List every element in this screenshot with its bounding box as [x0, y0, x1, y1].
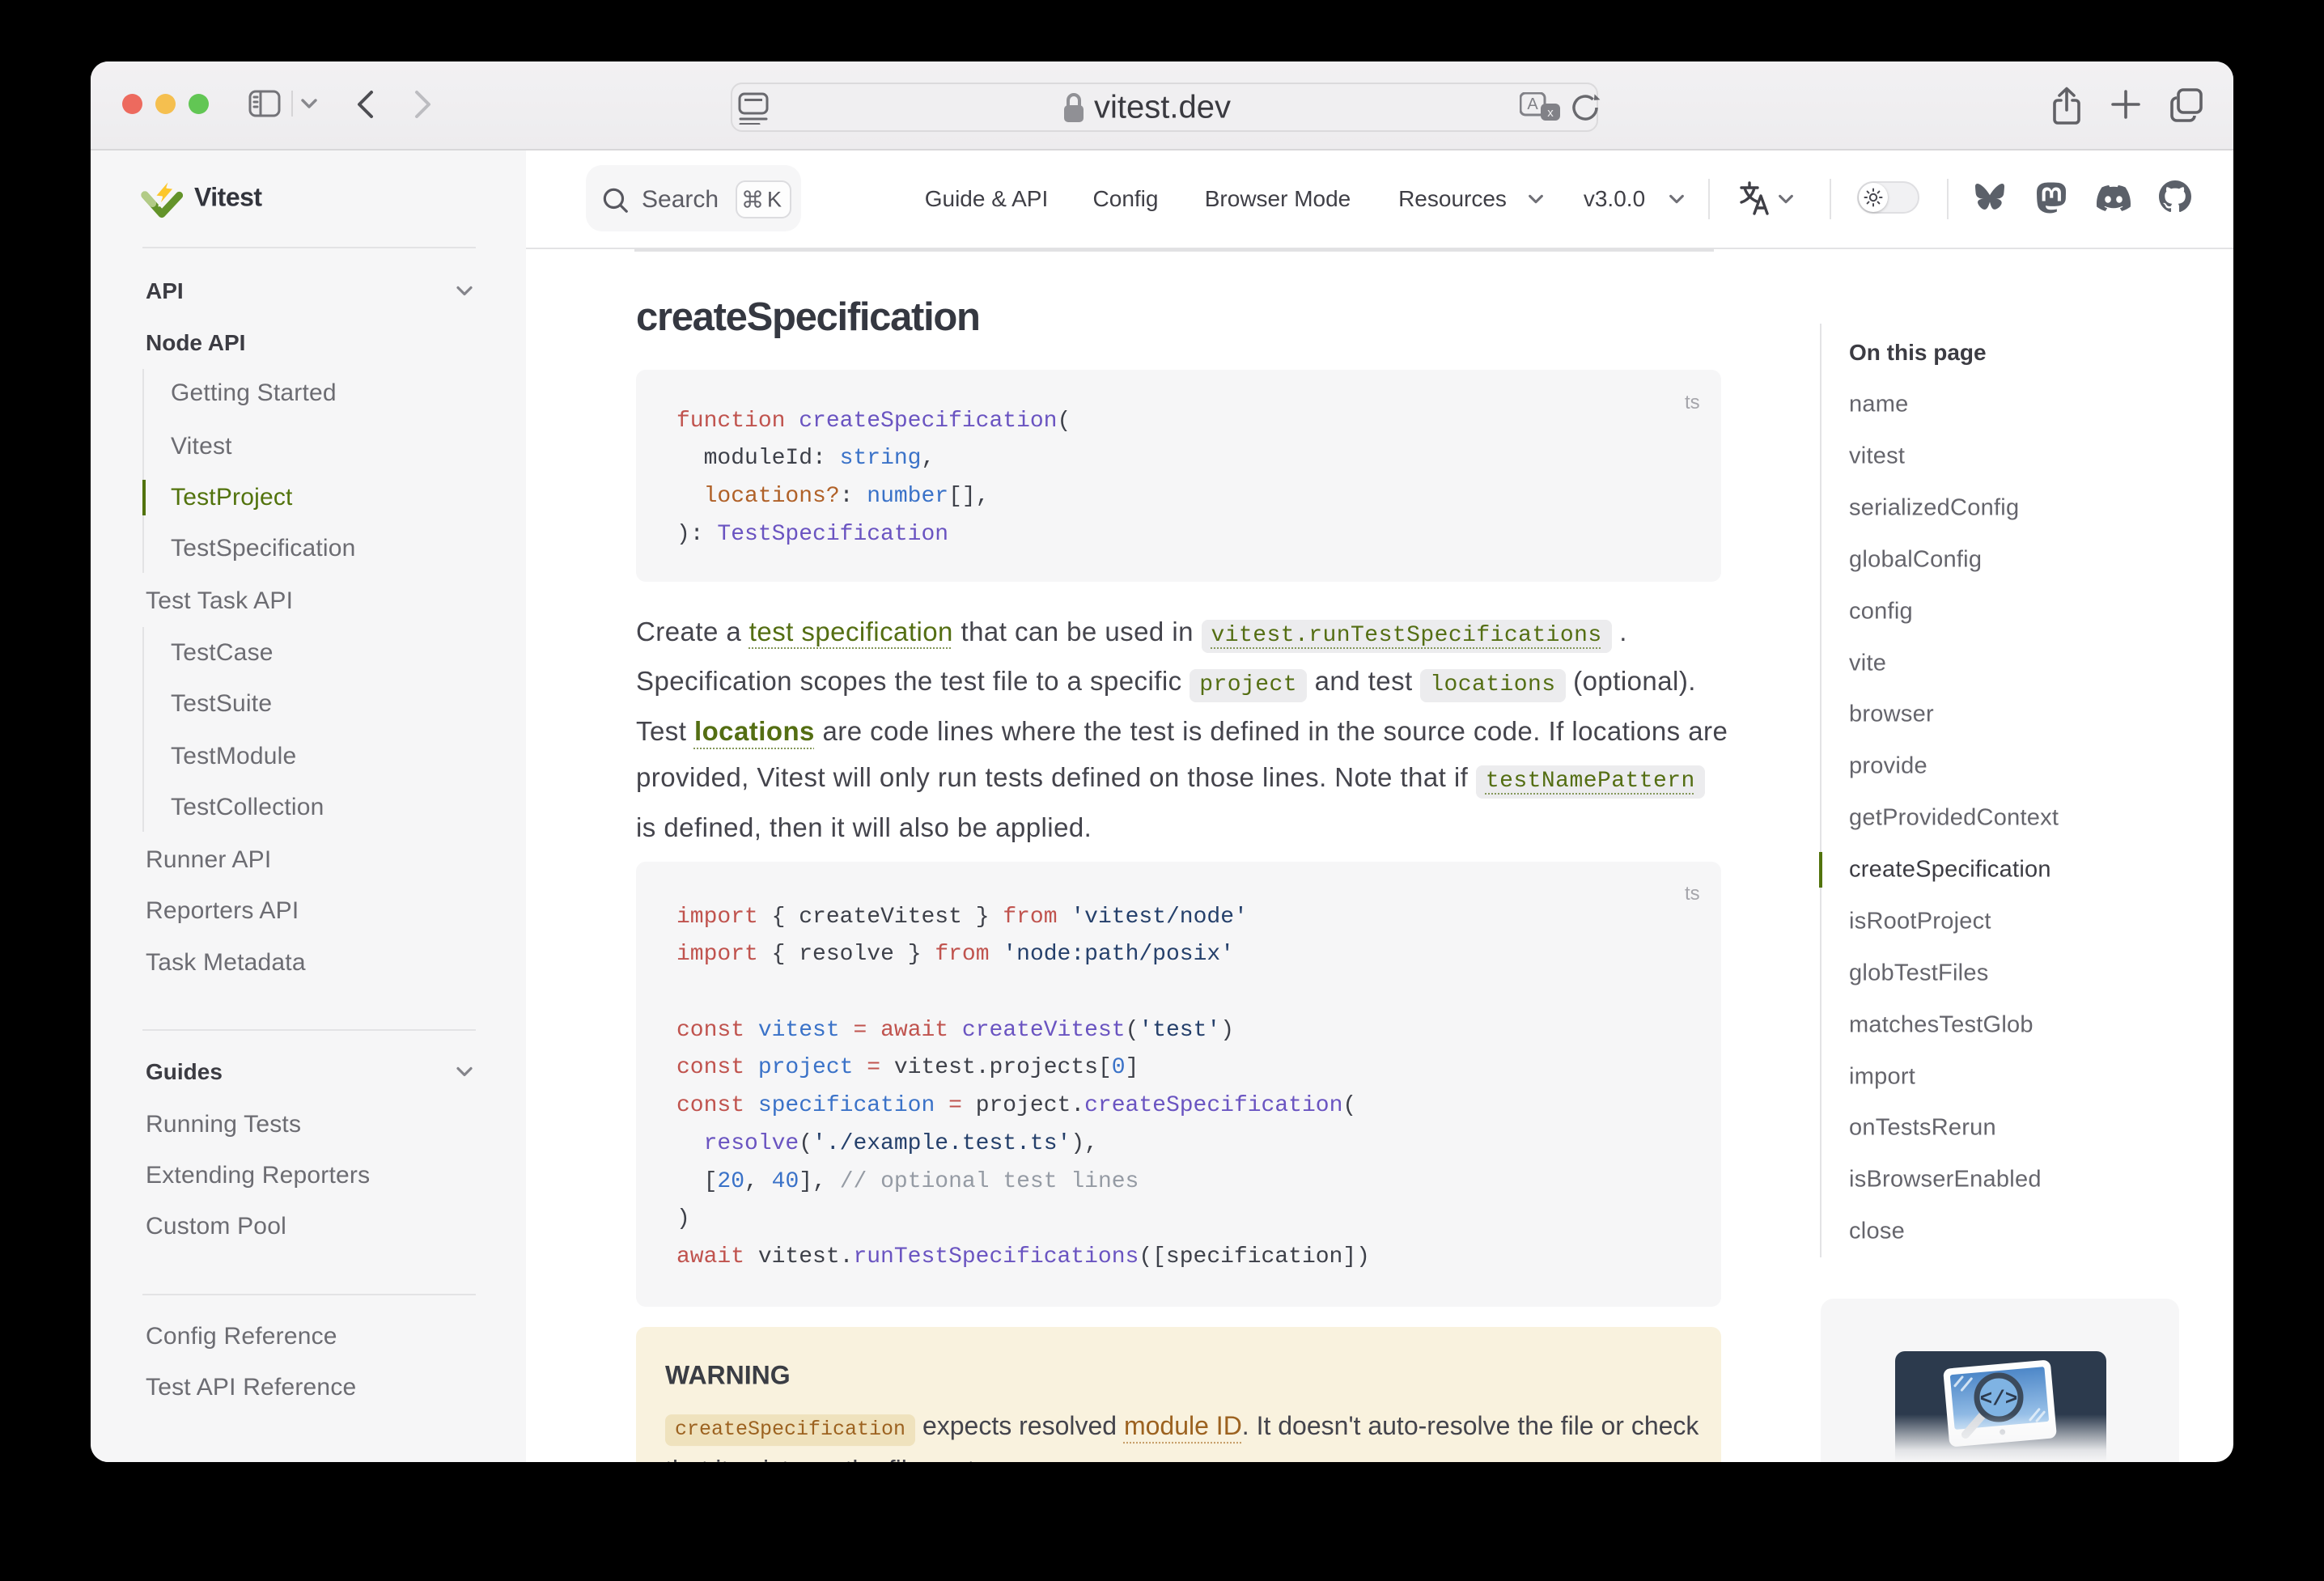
svg-text:x: x — [1547, 106, 1554, 120]
svg-text:</>: </> — [1980, 1387, 2018, 1411]
svg-text:A: A — [1527, 95, 1538, 113]
